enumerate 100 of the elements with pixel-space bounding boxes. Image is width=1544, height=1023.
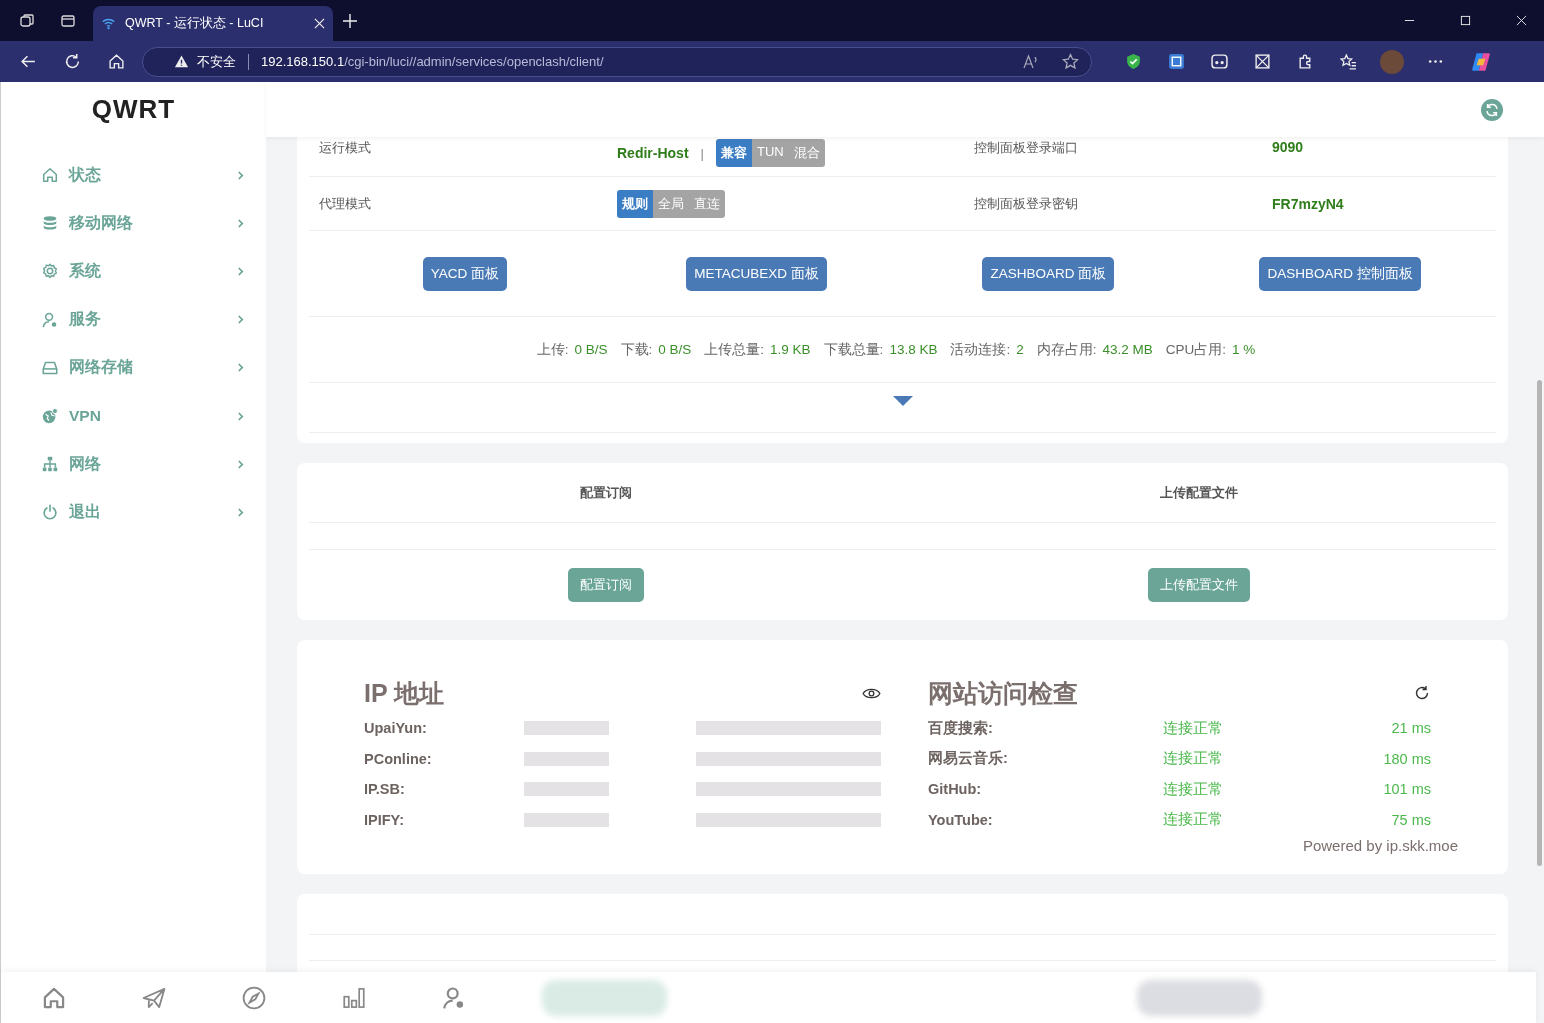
section-title: 网站访问检查 [928, 677, 1078, 709]
nav-label[interactable]: VPN [69, 407, 227, 426]
refresh-icon[interactable] [1414, 685, 1430, 701]
stat-label: 上传: [536, 340, 569, 359]
power-icon [41, 503, 59, 522]
stat-value: 2 [1016, 342, 1024, 357]
nav-item[interactable]: 网络存储 [1, 343, 266, 392]
field-value: FR7mzyN4 [1272, 195, 1345, 212]
tab-title: QWRT - 运行状态 - LuCI [125, 15, 265, 32]
close-icon[interactable] [1516, 15, 1527, 26]
mode-option[interactable]: 直连 [689, 189, 725, 218]
nav-item[interactable]: 移动网络 [1, 199, 266, 248]
field-value: 9090 [1272, 139, 1305, 155]
workspaces-icon[interactable] [19, 12, 35, 29]
config-button[interactable]: 上传配置文件 [1148, 568, 1251, 602]
nav-label[interactable]: 退出 [69, 501, 227, 523]
stat-label: 内存占用: [1036, 340, 1097, 359]
stat-label: 下载: [620, 340, 653, 359]
new-tab-icon[interactable] [343, 13, 357, 28]
extension-icon[interactable] [1254, 53, 1271, 70]
stat-label: CPU占用: [1165, 340, 1226, 359]
dashboard-button[interactable]: ZASHBOARD 面板 [982, 256, 1115, 291]
eye-icon[interactable] [862, 686, 881, 700]
field-label: 代理模式 [319, 194, 372, 213]
section-title: IP 地址 [364, 677, 445, 709]
address-field[interactable]: 不安全 192.168.150.1/cgi-bin/luci//admin/services/openclash/client/ [142, 46, 1092, 77]
nav-label[interactable]: 网络 [69, 453, 227, 475]
mode-value: Redir-Host [617, 145, 689, 161]
nav-label[interactable]: 移动网络 [69, 212, 227, 234]
provider-label: PConline: [364, 750, 433, 767]
scrollbar-thumb[interactable] [1537, 380, 1542, 866]
chevron-icon [237, 411, 244, 421]
chevron-icon [237, 363, 244, 373]
stat-value: 1 % [1232, 342, 1256, 357]
field-label: 控制面板登录端口 [974, 139, 1079, 157]
field-label: 运行模式 [319, 139, 372, 157]
close-icon[interactable] [314, 18, 325, 29]
provider-label: IPIFY: [364, 811, 405, 828]
mode-option[interactable]: 全局 [653, 189, 689, 218]
chevron-icon [237, 266, 244, 276]
site-label: YouTube: [928, 811, 994, 828]
tab-actions-icon[interactable] [60, 12, 76, 29]
nav-item[interactable]: VPN [1, 391, 266, 441]
provider-label: UpaiYun: [364, 720, 428, 737]
stat-label: 活动连接: [950, 340, 1011, 359]
user-icon [41, 310, 59, 329]
column-header: 配置订阅 [579, 483, 632, 502]
read-aloud-icon[interactable] [1022, 53, 1040, 70]
latency-value: 21 ms [1391, 720, 1431, 737]
site-label: GitHub: [928, 781, 983, 798]
separator: | [700, 145, 704, 161]
nav-label[interactable]: 状态 [69, 164, 227, 186]
mode-option[interactable]: 兼容 [715, 139, 752, 167]
compass-icon[interactable] [241, 984, 267, 1011]
mode-option[interactable]: TUN [751, 139, 789, 167]
shield-icon[interactable] [1125, 53, 1142, 70]
star-icon[interactable] [1062, 53, 1079, 70]
mode-option[interactable]: 混合 [788, 139, 825, 167]
provider-label: IP.SB: [364, 781, 406, 798]
nav-label[interactable]: 系统 [69, 260, 227, 282]
extension-icon[interactable] [1211, 53, 1228, 70]
globe-icon [41, 407, 59, 426]
dashboard-button[interactable]: YACD 面板 [422, 256, 507, 291]
nav-item[interactable]: 退出 [1, 488, 266, 537]
security-label: 不安全 [197, 52, 236, 71]
chevron-icon [237, 507, 244, 517]
browser-tab[interactable]: QWRT - 运行状态 - LuCI [93, 6, 333, 41]
nav-item[interactable]: 服务 [1, 295, 266, 344]
dashboard-button[interactable]: DASHBOARD 控制面板 [1259, 256, 1421, 291]
latency-value: 180 ms [1383, 750, 1431, 767]
nav-item[interactable]: 状态 [1, 151, 266, 200]
stat-label: 上传总量: [704, 340, 765, 359]
nav-item[interactable]: 系统 [1, 247, 266, 296]
stat-value: 0 B/S [658, 342, 692, 357]
nav-label[interactable]: 服务 [69, 309, 227, 331]
connection-status: 连接正常 [1163, 810, 1224, 830]
dashboard-button[interactable]: METACUBEXD 面板 [686, 256, 827, 291]
stat-value: 43.2 MB [1102, 342, 1153, 357]
wifi-icon [101, 16, 116, 31]
copilot-icon[interactable] [1470, 50, 1492, 73]
latency-value: 75 ms [1391, 811, 1431, 828]
home-icon[interactable] [108, 53, 125, 70]
chevron-icon [237, 218, 244, 228]
url-text: 192.168.150.1/cgi-bin/luci//admin/services/openclash/client/ [261, 54, 604, 69]
stat-label: 下载总量: [823, 340, 884, 359]
column-header: 上传配置文件 [1160, 483, 1239, 502]
settings-icon [41, 262, 59, 281]
nav-item[interactable]: 网络 [1, 440, 266, 489]
expand-arrow-icon[interactable] [892, 396, 913, 406]
favorites-icon[interactable] [1340, 53, 1357, 70]
nav-label[interactable]: 网络存储 [69, 357, 227, 379]
extension-icon[interactable] [1168, 53, 1185, 70]
latency-value: 101 ms [1383, 781, 1431, 798]
stat-value: 13.8 KB [889, 342, 938, 357]
stat-value: 1.9 KB [770, 342, 811, 357]
config-button[interactable]: 配置订阅 [567, 568, 644, 602]
chevron-icon [237, 315, 244, 325]
maximize-icon[interactable] [1460, 15, 1471, 26]
back-icon[interactable] [20, 53, 37, 70]
mode-option[interactable]: 规则 [617, 189, 653, 218]
